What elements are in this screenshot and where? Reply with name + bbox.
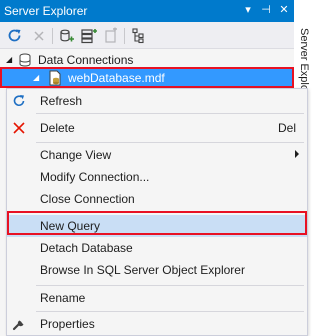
data-connections-label: Data Connections: [38, 53, 134, 67]
stop-icon: [34, 31, 44, 41]
menu-label-change-view: Change View: [40, 148, 112, 162]
close-panel-button[interactable]: ✕: [276, 2, 292, 19]
menu-shortcut-delete: Del: [277, 121, 296, 135]
menu-label-detach-database: Detach Database: [40, 241, 133, 255]
menu-item-browse-sql-object-explorer[interactable]: Browse In SQL Server Object Explorer: [7, 259, 307, 281]
expanded-arrow-icon[interactable]: ◢: [6, 55, 12, 64]
refresh-toolbar-button[interactable]: [6, 27, 24, 45]
menu-separator: [36, 113, 304, 114]
database-highlight-outline: [0, 67, 294, 88]
menu-item-detach-database[interactable]: Detach Database: [7, 237, 307, 259]
menu-item-delete[interactable]: Delete Del: [7, 117, 307, 139]
connect-sharepoint-icon: [105, 27, 117, 43]
connect-to-sharepoint-button[interactable]: [102, 27, 120, 45]
menu-item-properties[interactable]: Properties: [7, 313, 307, 335]
new-query-highlight-outline: [7, 211, 307, 235]
connect-server-icon: [81, 29, 97, 44]
menu-label-delete: Delete: [40, 121, 75, 135]
connect-to-database-button[interactable]: [58, 27, 76, 45]
server-explorer-toolbar: [0, 22, 294, 49]
toolbar-separator: [124, 28, 125, 44]
refresh-icon: [11, 93, 27, 109]
delete-icon: [11, 120, 27, 136]
menu-label-rename: Rename: [40, 291, 86, 305]
panel-title-bar: Server Explorer ▾ ⊣ ✕: [0, 0, 294, 22]
menu-item-refresh[interactable]: Refresh: [7, 90, 307, 112]
menu-item-modify-connection[interactable]: Modify Connection...: [7, 166, 307, 188]
filter-toolbar-button[interactable]: [130, 27, 148, 45]
menu-label-refresh: Refresh: [40, 94, 83, 108]
menu-label-modify-connection: Modify Connection...: [40, 170, 150, 184]
auto-hide-pin-button[interactable]: ⊣: [258, 2, 274, 19]
menu-item-close-connection[interactable]: Close Connection: [7, 188, 307, 210]
menu-item-change-view[interactable]: Change View: [7, 144, 307, 166]
stop-toolbar-button[interactable]: [30, 27, 48, 45]
connect-database-icon: [60, 29, 74, 42]
menu-label-browse-sql: Browse In SQL Server Object Explorer: [40, 263, 245, 277]
data-connections-icon: [17, 52, 33, 68]
menu-label-close-connection: Close Connection: [40, 192, 135, 206]
panel-title: Server Explorer: [4, 4, 88, 18]
toolbar-separator: [52, 28, 53, 44]
menu-label-properties: Properties: [40, 317, 95, 331]
window-position-dropdown-button[interactable]: ▾: [240, 2, 256, 19]
menu-separator: [36, 311, 304, 312]
menu-separator: [36, 285, 304, 286]
menu-separator: [36, 142, 304, 143]
hierarchy-icon: [132, 28, 144, 44]
wrench-icon: [11, 316, 27, 332]
refresh-icon: [8, 29, 21, 42]
menu-item-rename[interactable]: Rename: [7, 287, 307, 309]
submenu-arrow-icon: [295, 150, 299, 158]
connect-to-server-button[interactable]: [80, 27, 98, 45]
